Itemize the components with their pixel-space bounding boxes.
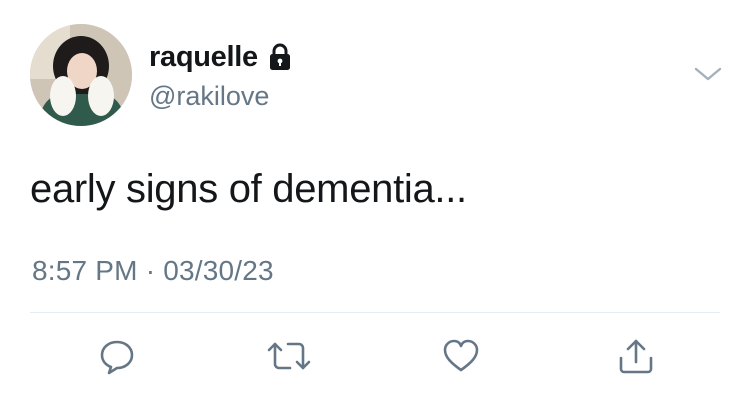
- retweet-icon: [267, 336, 311, 376]
- timestamp-separator: ·: [145, 255, 156, 286]
- avatar[interactable]: [30, 24, 132, 126]
- tweet-date: 03/30/23: [163, 255, 274, 286]
- lock-icon: [268, 43, 292, 71]
- chevron-down-icon[interactable]: [692, 64, 724, 84]
- like-button[interactable]: [435, 330, 487, 382]
- reply-button[interactable]: [91, 330, 143, 382]
- share-icon: [616, 336, 656, 376]
- heart-icon: [441, 336, 481, 376]
- action-bar: [0, 330, 750, 382]
- tweet-timestamp[interactable]: 8:57 PM · 03/30/23: [32, 254, 274, 288]
- display-name-row: raquelle: [149, 40, 292, 74]
- speech-bubble-icon: [97, 336, 137, 376]
- divider: [30, 312, 720, 313]
- tweet-text: early signs of dementia...: [30, 167, 467, 211]
- display-name[interactable]: raquelle: [149, 40, 258, 74]
- user-handle[interactable]: @rakilove: [149, 80, 269, 112]
- tweet-card: raquelle @rakilove early signs of dement…: [0, 0, 750, 401]
- retweet-button[interactable]: [263, 330, 315, 382]
- tweet-time: 8:57 PM: [32, 255, 138, 286]
- share-button[interactable]: [610, 330, 662, 382]
